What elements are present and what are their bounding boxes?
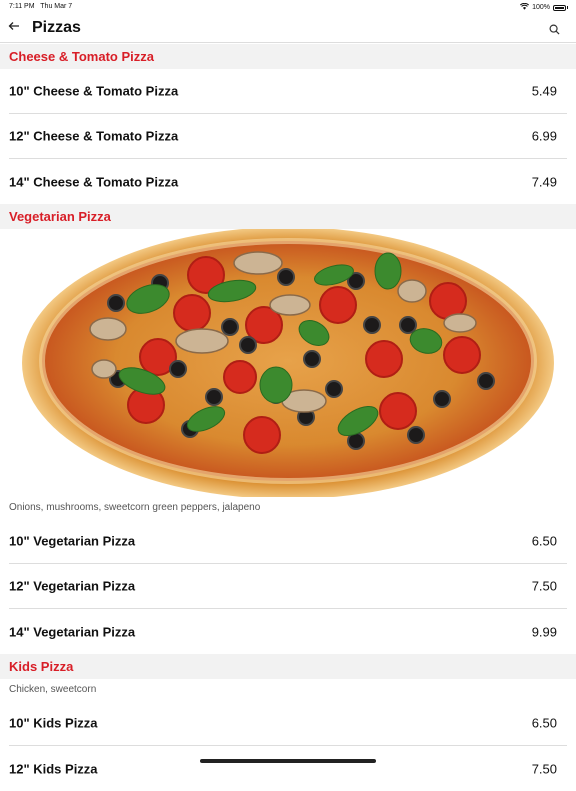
section-header-cheese-tomato: Cheese & Tomato Pizza xyxy=(0,44,576,69)
status-time-date: 7:11 PM Thu Mar 7 xyxy=(9,3,72,10)
item-price: 7.50 xyxy=(531,761,557,776)
menu-item[interactable]: 10" Kids Pizza 6.50 xyxy=(9,701,567,746)
menu-item[interactable]: 12" Vegetarian Pizza 7.50 xyxy=(9,564,567,609)
battery-tip xyxy=(567,6,568,9)
menu-item[interactable]: 14" Cheese & Tomato Pizza 7.49 xyxy=(9,159,567,204)
arrow-left-icon[interactable] xyxy=(8,19,20,35)
item-name: 12" Vegetarian Pizza xyxy=(9,578,136,594)
item-name: 14" Vegetarian Pizza xyxy=(9,624,136,639)
item-price: 5.49 xyxy=(531,83,557,99)
section-header-vegetarian: Vegetarian Pizza xyxy=(0,204,576,229)
menu-item[interactable]: 10" Cheese & Tomato Pizza 5.49 xyxy=(9,69,567,114)
navigation-bar: Pizzas xyxy=(0,14,576,43)
section-kids-items: 10" Kids Pizza 6.50 12" Kids Pizza 7.50 xyxy=(0,701,576,791)
section-description-kids: Chicken, sweetcorn xyxy=(9,684,97,695)
search-icon[interactable] xyxy=(549,22,562,35)
item-name: 10" Cheese & Tomato Pizza xyxy=(9,83,179,99)
item-price: 6.50 xyxy=(531,533,557,549)
wifi-icon xyxy=(520,2,530,12)
battery-icon xyxy=(553,4,566,11)
item-price: 6.50 xyxy=(531,715,557,731)
menu-item[interactable]: 12" Cheese & Tomato Pizza 6.99 xyxy=(9,114,567,159)
menu-item[interactable]: 10" Vegetarian Pizza 6.50 xyxy=(9,519,567,564)
item-price: 6.99 xyxy=(531,128,557,144)
item-name: 12" Cheese & Tomato Pizza xyxy=(9,128,179,144)
item-name: 14" Cheese & Tomato Pizza xyxy=(9,174,179,189)
section-header-kids: Kids Pizza xyxy=(0,654,576,679)
menu-content: Cheese & Tomato Pizza 10" Cheese & Tomat… xyxy=(0,44,576,791)
status-bar: 7:11 PM Thu Mar 7 100% xyxy=(0,0,576,14)
item-price: 7.50 xyxy=(531,578,557,594)
menu-item[interactable]: 12" Kids Pizza 7.50 xyxy=(9,746,567,791)
battery-percent: 100% xyxy=(532,4,550,11)
home-indicator[interactable] xyxy=(200,759,376,763)
item-name: 10" Kids Pizza xyxy=(9,715,98,731)
status-time: 7:11 PM xyxy=(9,3,35,10)
page-title: Pizzas xyxy=(32,19,81,36)
item-price: 7.49 xyxy=(531,174,557,189)
status-date: Thu Mar 7 xyxy=(40,3,73,10)
status-right: 100% xyxy=(520,2,568,12)
pizza-photo xyxy=(0,229,576,497)
section-cheese-tomato-items: 10" Cheese & Tomato Pizza 5.49 12" Chees… xyxy=(0,69,576,204)
item-name: 12" Kids Pizza xyxy=(9,761,98,776)
item-price: 9.99 xyxy=(531,624,557,639)
menu-item[interactable]: 14" Vegetarian Pizza 9.99 xyxy=(9,609,567,654)
section-description-vegetarian: Onions, mushrooms, sweetcorn green peppe… xyxy=(9,502,261,513)
item-name: 10" Vegetarian Pizza xyxy=(9,533,136,549)
section-vegetarian-items: 10" Vegetarian Pizza 6.50 12" Vegetarian… xyxy=(0,519,576,654)
